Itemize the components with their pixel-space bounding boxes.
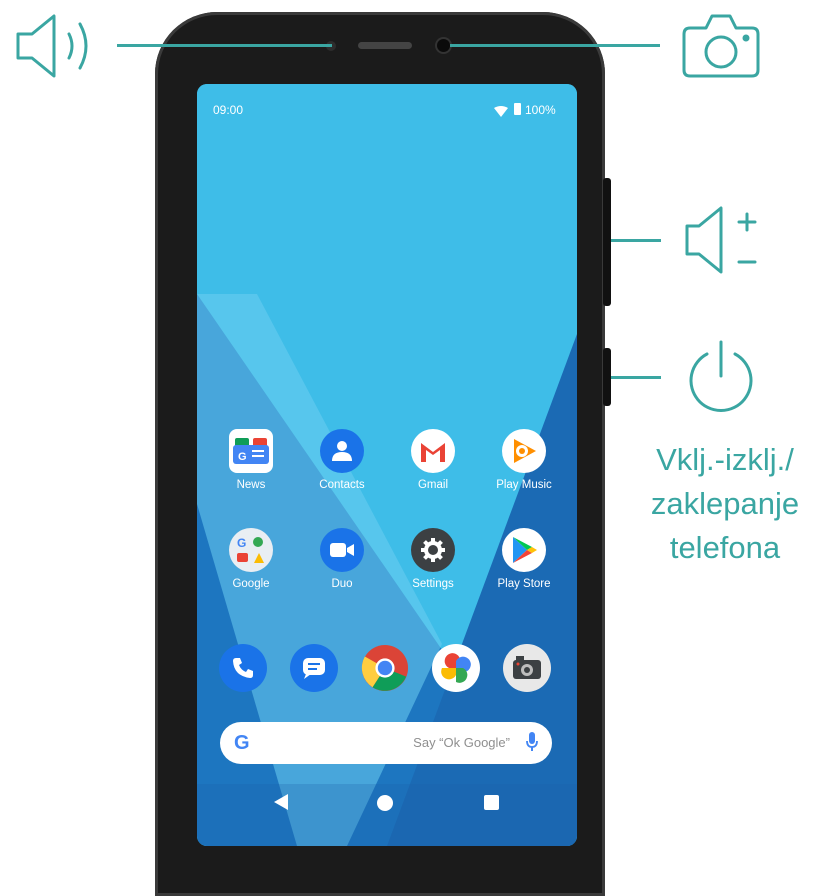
home-button[interactable] bbox=[377, 795, 393, 811]
power-label-line: telefona bbox=[669, 530, 781, 565]
app-google-folder[interactable]: G Google bbox=[211, 528, 291, 590]
app-label: Settings bbox=[412, 578, 454, 590]
power-key[interactable] bbox=[603, 348, 611, 406]
recents-button[interactable] bbox=[484, 795, 499, 810]
messages-icon[interactable] bbox=[290, 644, 338, 692]
play-store-icon bbox=[502, 528, 546, 572]
battery-level: 100% bbox=[525, 103, 556, 117]
power-icon bbox=[683, 340, 759, 421]
chrome-icon[interactable] bbox=[361, 644, 409, 692]
app-duo[interactable]: Duo bbox=[302, 528, 382, 590]
app-play-store[interactable]: Play Store bbox=[484, 528, 564, 590]
earpiece-grill bbox=[358, 42, 412, 49]
phone-icon[interactable] bbox=[219, 644, 267, 692]
svg-text:G: G bbox=[237, 536, 246, 550]
app-label: News bbox=[236, 479, 266, 491]
volume-rocker[interactable] bbox=[603, 178, 611, 306]
wifi-icon bbox=[494, 104, 508, 122]
app-gmail[interactable]: Gmail bbox=[393, 429, 473, 491]
volume-plus-minus-icon bbox=[684, 204, 760, 281]
app-contacts[interactable]: Contacts bbox=[302, 429, 382, 491]
power-label-line: Vklj.-izklj./ bbox=[656, 442, 794, 477]
app-label: Play Music bbox=[496, 479, 552, 491]
power-label-line: zaklepanje bbox=[650, 486, 800, 521]
camera-app-icon[interactable] bbox=[503, 644, 551, 692]
app-label: Contacts bbox=[319, 479, 365, 491]
earpiece-callout-line bbox=[117, 44, 332, 47]
google-folder-icon: G bbox=[229, 528, 273, 572]
svg-text:G: G bbox=[238, 451, 247, 463]
front-camera-lens bbox=[437, 39, 450, 52]
app-label: Gmail bbox=[417, 479, 449, 491]
camera-callout-line bbox=[450, 44, 660, 47]
google-search-bar[interactable]: G Say “Ok Google” bbox=[220, 722, 552, 764]
app-play-music[interactable]: Play Music bbox=[484, 429, 564, 491]
status-time: 09:00 bbox=[213, 103, 244, 117]
app-label: Duo bbox=[331, 578, 353, 590]
power-callout-line bbox=[611, 376, 661, 379]
search-placeholder: Say “Ok Google” bbox=[413, 735, 510, 750]
app-settings[interactable]: Settings bbox=[393, 528, 473, 590]
app-label: Google bbox=[232, 578, 270, 590]
volume-callout-line bbox=[611, 239, 661, 242]
google-news-icon: G bbox=[229, 429, 273, 473]
photos-icon[interactable] bbox=[432, 644, 480, 692]
gmail-icon bbox=[411, 429, 455, 473]
duo-icon bbox=[320, 528, 364, 572]
play-music-icon bbox=[502, 429, 546, 473]
speaker-icon bbox=[14, 12, 100, 85]
gear-icon bbox=[411, 528, 455, 572]
power-lock-label: Vklj.-izklj./ zaklepanje telefona bbox=[620, 438, 827, 570]
google-logo: G bbox=[234, 732, 250, 754]
mic-icon[interactable] bbox=[526, 732, 538, 757]
app-news[interactable]: G News bbox=[211, 429, 291, 491]
camera-icon bbox=[682, 12, 760, 83]
contacts-icon bbox=[320, 429, 364, 473]
back-button[interactable] bbox=[272, 793, 290, 816]
battery-icon bbox=[514, 103, 521, 115]
app-label: Play Store bbox=[497, 578, 551, 590]
